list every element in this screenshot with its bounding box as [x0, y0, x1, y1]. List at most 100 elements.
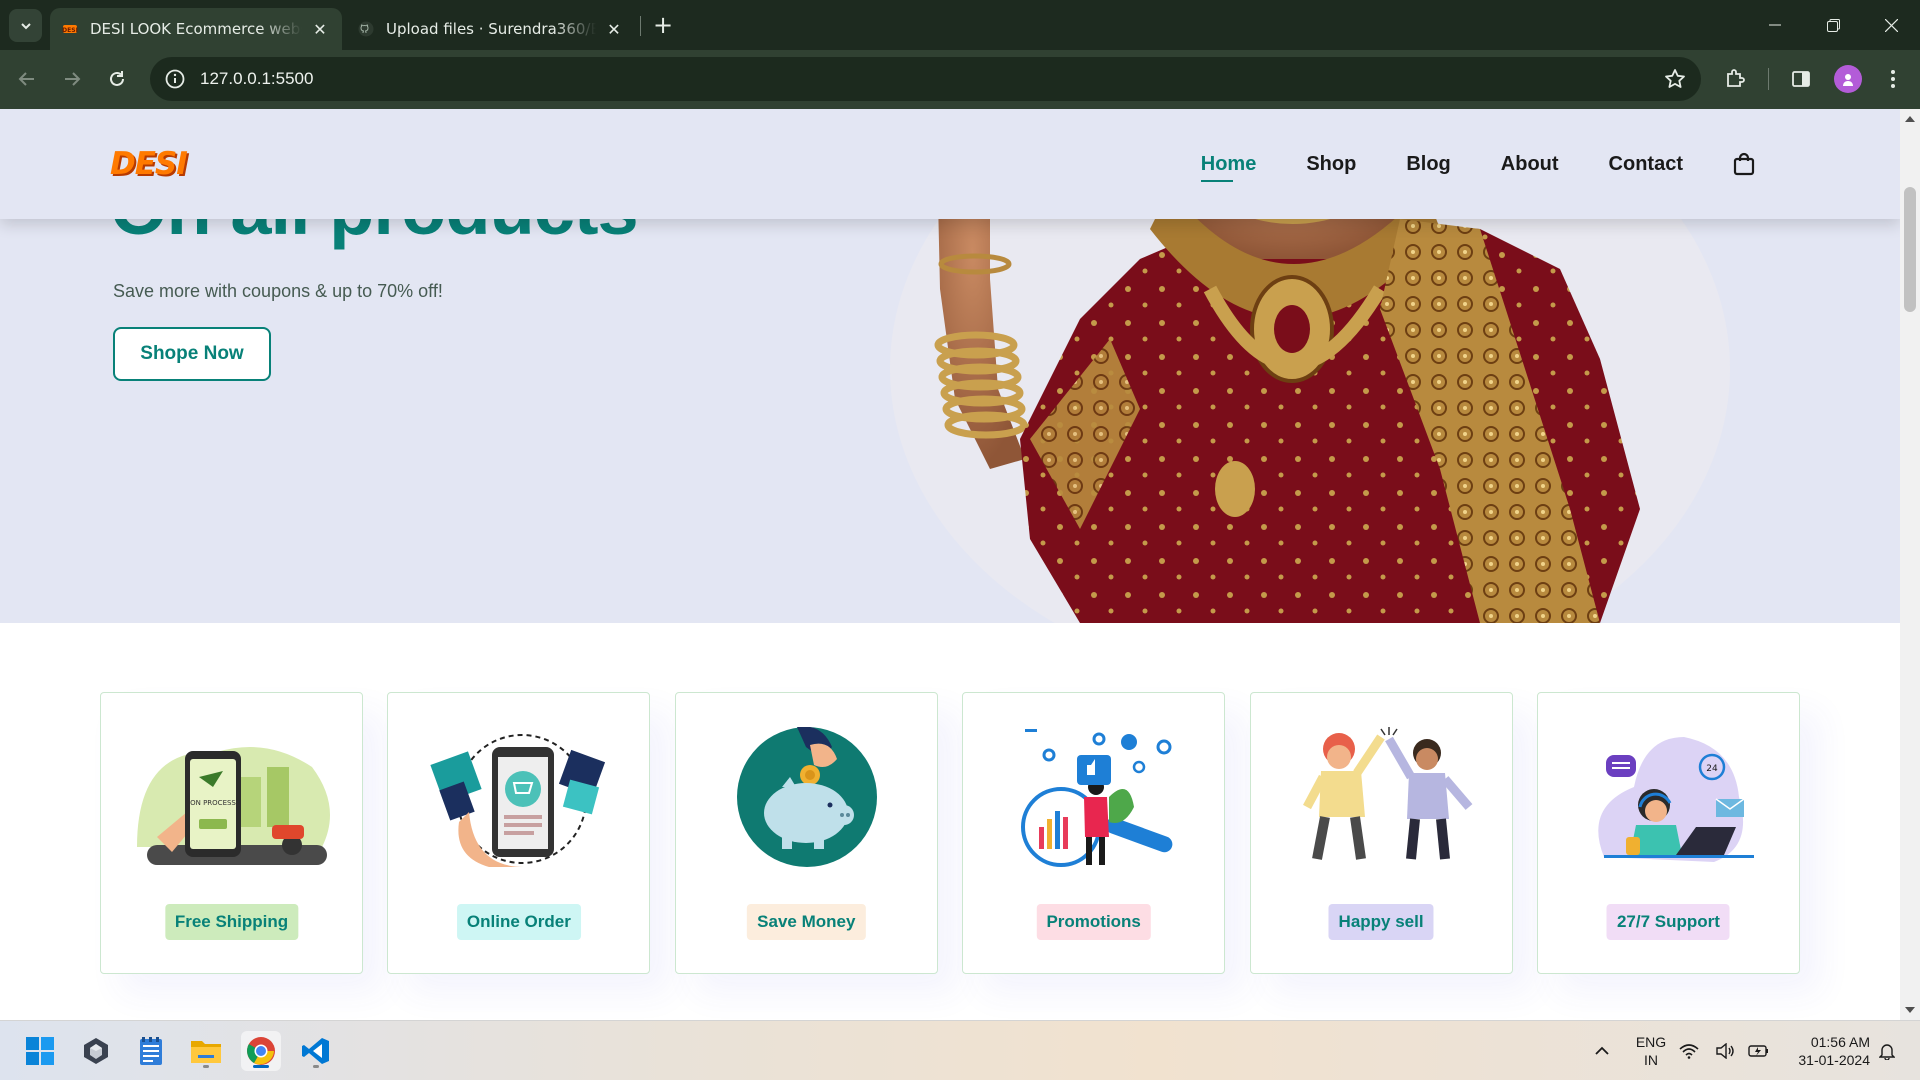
- svg-text:24: 24: [1706, 764, 1718, 774]
- browser-tab-strip: DESI DESI LOOK Ecommerce website ✕ Uploa…: [0, 0, 1920, 50]
- taskbar-app-notepad[interactable]: [131, 1031, 171, 1071]
- extensions-button[interactable]: [1720, 64, 1750, 94]
- cube-app-icon: [84, 1038, 108, 1064]
- nav-shop[interactable]: Shop: [1306, 153, 1356, 176]
- chrome-icon: [247, 1037, 275, 1065]
- battery-status[interactable]: [1746, 1031, 1772, 1071]
- tab-title: DESI LOOK Ecommerce website: [90, 20, 302, 38]
- folder-icon: [191, 1041, 221, 1063]
- nav-contact[interactable]: Contact: [1609, 153, 1683, 176]
- support-icon: 24: [1598, 737, 1754, 862]
- main-navigation: Home Shop Blog About Contact: [1151, 109, 1755, 219]
- desi-favicon-icon: DESI: [62, 25, 78, 34]
- browser-toolbar: 127.0.0.1:5500: [0, 50, 1920, 109]
- svg-text:DESI: DESI: [62, 27, 78, 34]
- feature-label: Online Order: [456, 904, 581, 940]
- feature-label: 27/7 Support: [1606, 904, 1730, 940]
- running-indicator: [203, 1065, 209, 1068]
- feature-label: Free Shipping: [164, 904, 299, 940]
- wifi-icon: [1679, 1044, 1699, 1059]
- feature-label: Save Money: [747, 904, 866, 940]
- piggy-bank-icon: [736, 727, 877, 867]
- nav-home[interactable]: Home: [1200, 153, 1256, 182]
- profile-icon: [1843, 74, 1853, 86]
- show-hidden-icons-button[interactable]: [1582, 1031, 1622, 1071]
- promotions-icon: [1021, 729, 1173, 867]
- volume-status[interactable]: [1712, 1031, 1738, 1071]
- bookmark-star-icon[interactable]: [1663, 67, 1687, 91]
- feature-card: 24 27/7 Support: [1536, 692, 1800, 974]
- windows-taskbar: ENG IN 01:56 AM 31-01-2024: [0, 1020, 1920, 1080]
- chevron-down-icon: [20, 22, 31, 29]
- svg-text:ON PROCESS: ON PROCESS: [190, 799, 236, 807]
- shopping-bag-icon[interactable]: [1733, 152, 1755, 176]
- start-button[interactable]: [20, 1031, 60, 1071]
- scroll-down-arrow-icon[interactable]: [1905, 1007, 1915, 1013]
- windows-logo-icon: [26, 1037, 54, 1065]
- close-window-button[interactable]: [1862, 0, 1920, 50]
- reload-button[interactable]: [102, 64, 132, 94]
- close-tab-icon[interactable]: ✕: [310, 19, 330, 39]
- nav-blog[interactable]: Blog: [1406, 153, 1450, 176]
- tab-title: Upload files · Surendra360/E-commerce: [386, 20, 596, 38]
- reload-icon: [110, 71, 124, 86]
- taskbar-app-file-explorer[interactable]: [186, 1031, 226, 1071]
- feature-card: Save Money: [674, 692, 938, 974]
- hero-subtitle: Save more with coupons & up to 70% off!: [113, 281, 443, 301]
- input-language-indicator[interactable]: ENG IN: [1633, 1033, 1669, 1069]
- system-clock[interactable]: 01:56 AM 31-01-2024: [1780, 1033, 1870, 1069]
- toolbar-divider: [1768, 68, 1769, 90]
- url-text: 127.0.0.1:5500: [200, 69, 314, 88]
- clock-date: 31-01-2024: [1798, 1052, 1870, 1068]
- notepad-icon: [140, 1037, 162, 1065]
- minimize-button[interactable]: [1746, 0, 1804, 50]
- close-icon: [1884, 18, 1898, 32]
- feature-label: Happy sell: [1328, 904, 1434, 940]
- browser-tab-inactive[interactable]: Upload files · Surendra360/E-commerce ✕: [346, 8, 636, 50]
- wifi-status[interactable]: [1676, 1031, 1702, 1071]
- delivery-icon: ON PROCESS: [137, 747, 330, 865]
- address-bar[interactable]: 127.0.0.1:5500: [150, 57, 1701, 101]
- close-tab-icon[interactable]: ✕: [604, 19, 624, 39]
- browser-tab-active[interactable]: DESI DESI LOOK Ecommerce website ✕: [50, 8, 342, 50]
- restore-icon: [1826, 18, 1840, 32]
- profile-button[interactable]: [1833, 64, 1863, 94]
- back-button[interactable]: [12, 64, 42, 94]
- restore-button[interactable]: [1804, 0, 1862, 50]
- scroll-up-arrow-icon[interactable]: [1905, 116, 1915, 122]
- tab-search-button[interactable]: [9, 9, 42, 42]
- language-code: ENG: [1635, 1034, 1667, 1050]
- features-section: ON PROCESS Free Shipping Online Order Sa…: [100, 692, 1800, 974]
- battery-charging-icon: [1748, 1045, 1768, 1057]
- shop-now-button[interactable]: Shope Now: [113, 327, 271, 381]
- feature-card: Online Order: [387, 692, 651, 974]
- window-controls: [1746, 0, 1920, 50]
- puzzle-icon: [1727, 69, 1745, 87]
- online-order-icon: [430, 734, 606, 867]
- chevron-up-icon: [1595, 1046, 1609, 1055]
- site-info-icon[interactable]: [164, 68, 186, 90]
- nav-about[interactable]: About: [1501, 153, 1559, 176]
- forward-button[interactable]: [57, 64, 87, 94]
- scrollbar-thumb[interactable]: [1904, 187, 1916, 312]
- running-indicator: [253, 1065, 269, 1068]
- feature-label: Promotions: [1036, 904, 1151, 940]
- page-scrollbar[interactable]: [1900, 109, 1920, 1020]
- side-panel-button[interactable]: [1786, 64, 1816, 94]
- feature-card: Happy sell: [1249, 692, 1513, 974]
- taskbar-app-unity[interactable]: [76, 1031, 116, 1071]
- bell-icon: [1879, 1044, 1895, 1060]
- notifications-button[interactable]: [1874, 1031, 1900, 1071]
- taskbar-app-chrome[interactable]: [241, 1031, 281, 1071]
- github-icon: [358, 21, 374, 37]
- arrow-right-icon: [65, 72, 81, 86]
- vscode-icon: [302, 1038, 329, 1064]
- site-logo[interactable]: DESI: [110, 146, 188, 182]
- browser-menu-button[interactable]: [1878, 64, 1908, 94]
- taskbar-app-vscode[interactable]: [296, 1031, 336, 1071]
- page-viewport: On all products Save more with coupons &…: [0, 109, 1920, 1020]
- tab-divider: [640, 16, 641, 36]
- running-indicator: [313, 1065, 319, 1068]
- region-code: IN: [1644, 1052, 1658, 1068]
- new-tab-button[interactable]: +: [650, 11, 676, 39]
